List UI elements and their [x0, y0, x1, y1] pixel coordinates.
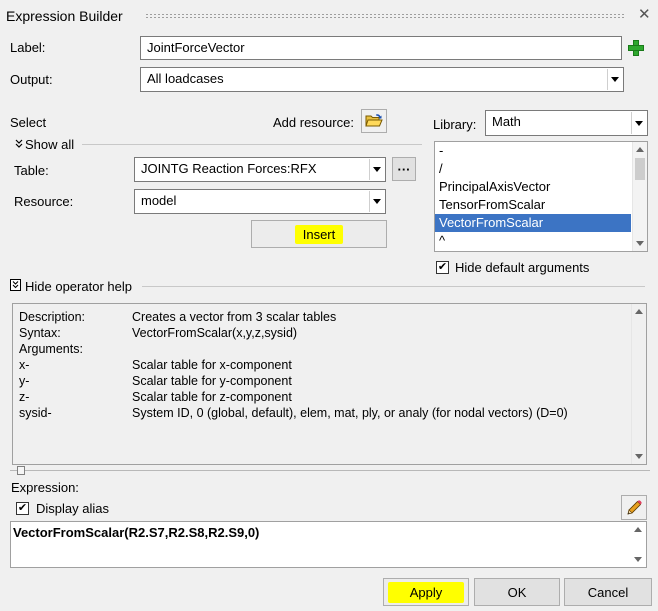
help-value: System ID, 0 (global, default), elem, ma…: [132, 406, 568, 420]
display-alias-checkbox[interactable]: ✔: [16, 502, 29, 515]
open-folder-icon[interactable]: [361, 109, 387, 133]
help-value: VectorFromScalar(x,y,z,sysid): [132, 326, 298, 340]
help-key: z-: [19, 390, 30, 404]
help-value: Scalar table for z-component: [132, 390, 292, 404]
title-drag-grip[interactable]: [145, 13, 625, 19]
hide-default-args-checkbox[interactable]: ✔: [436, 261, 449, 274]
help-key: Description:: [19, 310, 85, 324]
section-divider: [82, 144, 422, 145]
expression-text: VectorFromScalar(R2.S7,R2.S8,R2.S9,0): [13, 525, 260, 540]
resource-select-value: model: [141, 193, 177, 208]
display-alias-label: Display alias: [36, 501, 109, 516]
expression-editor[interactable]: VectorFromScalar(R2.S7,R2.S8,R2.S9,0): [10, 521, 647, 568]
window-title: Expression Builder: [6, 8, 123, 24]
help-value: Scalar table for y-component: [132, 374, 292, 388]
list-scrollbar[interactable]: [632, 142, 647, 251]
checkmark-icon: ✔: [17, 502, 28, 514]
help-value: Creates a vector from 3 scalar tables: [132, 310, 337, 324]
list-item-selected[interactable]: VectorFromScalar: [435, 214, 631, 232]
chevron-down-icon[interactable]: [631, 112, 646, 134]
insert-button[interactable]: Insert: [251, 220, 387, 248]
list-item[interactable]: TensorFromScalar: [435, 196, 631, 214]
close-icon[interactable]: ✕: [638, 7, 651, 23]
help-key: Arguments:: [19, 342, 83, 356]
table-browse-button[interactable]: ···: [392, 157, 416, 181]
splitter-line: [10, 470, 650, 471]
title-bar[interactable]: Expression Builder ✕: [0, 0, 658, 32]
help-key: y-: [19, 374, 30, 388]
operator-help-toggle[interactable]: Hide operator help: [25, 279, 132, 294]
scroll-up-icon[interactable]: [635, 309, 643, 314]
help-key: Syntax:: [19, 326, 61, 340]
plus-icon[interactable]: [627, 39, 645, 57]
output-field-label: Output:: [10, 72, 53, 87]
help-key: sysid-: [19, 406, 52, 420]
label-field-label: Label:: [10, 40, 46, 55]
library-label: Library:: [433, 117, 477, 132]
table-field-label: Table:: [14, 163, 49, 178]
chevron-down-icon[interactable]: [607, 69, 622, 90]
table-select[interactable]: JOINTG Reaction Forces:RFX: [134, 157, 386, 182]
expression-label: Expression:: [11, 480, 79, 495]
library-select-value: Math: [492, 114, 521, 129]
chevron-down-icon[interactable]: [369, 191, 384, 212]
scroll-down-icon[interactable]: [636, 241, 644, 246]
help-value: Scalar table for x-component: [132, 358, 292, 372]
checkmark-icon: ✔: [437, 261, 448, 273]
help-scrollbar[interactable]: [631, 304, 646, 464]
scroll-down-icon[interactable]: [634, 557, 642, 562]
list-item[interactable]: ^: [435, 232, 631, 250]
cancel-button[interactable]: Cancel: [564, 578, 652, 606]
expression-scrollbar[interactable]: [631, 522, 646, 567]
apply-button-label: Apply: [387, 581, 465, 603]
label-input[interactable]: JointForceVector: [140, 36, 622, 60]
resource-field-label: Resource:: [14, 194, 74, 209]
output-select[interactable]: All loadcases: [140, 67, 624, 92]
output-select-value: All loadcases: [147, 71, 224, 86]
splitter-handle[interactable]: [17, 466, 25, 475]
scroll-down-icon[interactable]: [635, 454, 643, 459]
collapse-double-chevron-icon[interactable]: [10, 279, 21, 291]
library-select[interactable]: Math: [485, 110, 648, 136]
list-item[interactable]: /: [435, 160, 631, 178]
list-item[interactable]: -: [435, 142, 631, 160]
table-select-value: JOINTG Reaction Forces:RFX: [141, 161, 317, 176]
collapse-double-chevron-icon[interactable]: [14, 138, 24, 150]
add-resource-label: Add resource:: [273, 115, 354, 130]
operator-help-panel: Description: Creates a vector from 3 sca…: [12, 303, 647, 465]
select-section-title: Select: [10, 115, 47, 130]
pencil-icon[interactable]: [621, 495, 647, 520]
help-key: x-: [19, 358, 30, 372]
library-function-list[interactable]: - / PrincipalAxisVector TensorFromScalar…: [434, 141, 648, 252]
section-divider: [142, 286, 645, 287]
scroll-up-icon[interactable]: [634, 527, 642, 532]
apply-button[interactable]: Apply: [383, 578, 469, 606]
insert-button-label: Insert: [294, 224, 344, 244]
list-item[interactable]: PrincipalAxisVector: [435, 178, 631, 196]
scroll-thumb[interactable]: [635, 158, 645, 180]
ok-button[interactable]: OK: [474, 578, 560, 606]
show-all-toggle[interactable]: Show all: [25, 137, 74, 152]
scroll-up-icon[interactable]: [636, 147, 644, 152]
resource-select[interactable]: model: [134, 189, 386, 214]
hide-default-args-label: Hide default arguments: [455, 260, 590, 275]
chevron-down-icon[interactable]: [369, 159, 384, 180]
